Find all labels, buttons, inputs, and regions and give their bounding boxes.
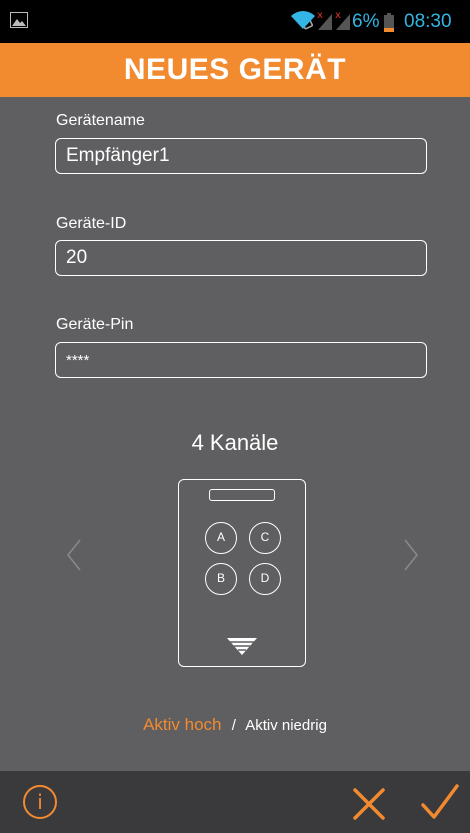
svg-text:x: x (317, 10, 323, 21)
status-bar: x x 6% 08:30 (0, 0, 470, 43)
info-icon[interactable]: i (23, 785, 57, 819)
antenna-triangle-icon (227, 638, 257, 655)
battery-percent: 6% (352, 11, 380, 32)
battery-low-icon (384, 13, 394, 32)
channels-label: 4 Kanäle (191, 430, 279, 455)
chevron-left-icon[interactable] (60, 530, 90, 580)
remote-control-illustration: A C B D (178, 479, 306, 667)
mode-separator: / (231, 717, 236, 734)
confirm-icon[interactable] (420, 783, 460, 821)
clock: 08:30 (404, 11, 452, 32)
remote-button-c: C (249, 522, 281, 554)
device-pin-input[interactable] (55, 342, 427, 378)
signal-no-sim-icon: x (317, 10, 332, 30)
page-title: NEUES GERÄT (0, 43, 470, 97)
mode-selector: Aktiv hoch / Aktiv niedrig (0, 715, 470, 735)
wifi-icon (291, 11, 315, 29)
device-id-label: Geräte-ID (56, 215, 127, 232)
remote-button-b: B (205, 563, 237, 595)
image-icon (10, 12, 28, 28)
chevron-right-icon[interactable] (395, 530, 425, 580)
device-id-input[interactable] (55, 240, 427, 276)
svg-text:x: x (335, 10, 341, 21)
cancel-icon[interactable] (352, 787, 386, 821)
signal-no-sim-icon: x (335, 10, 350, 30)
bottom-bar: i (0, 771, 470, 833)
device-name-input[interactable] (55, 138, 427, 174)
remote-button-a: A (205, 522, 237, 554)
active-low-option[interactable]: Aktiv niedrig (245, 717, 327, 734)
remote-slot (209, 489, 275, 501)
device-pin-label: Geräte-Pin (56, 316, 134, 333)
remote-button-d: D (249, 563, 281, 595)
active-high-option[interactable]: Aktiv hoch (143, 715, 221, 734)
device-name-label: Gerätename (56, 112, 145, 129)
